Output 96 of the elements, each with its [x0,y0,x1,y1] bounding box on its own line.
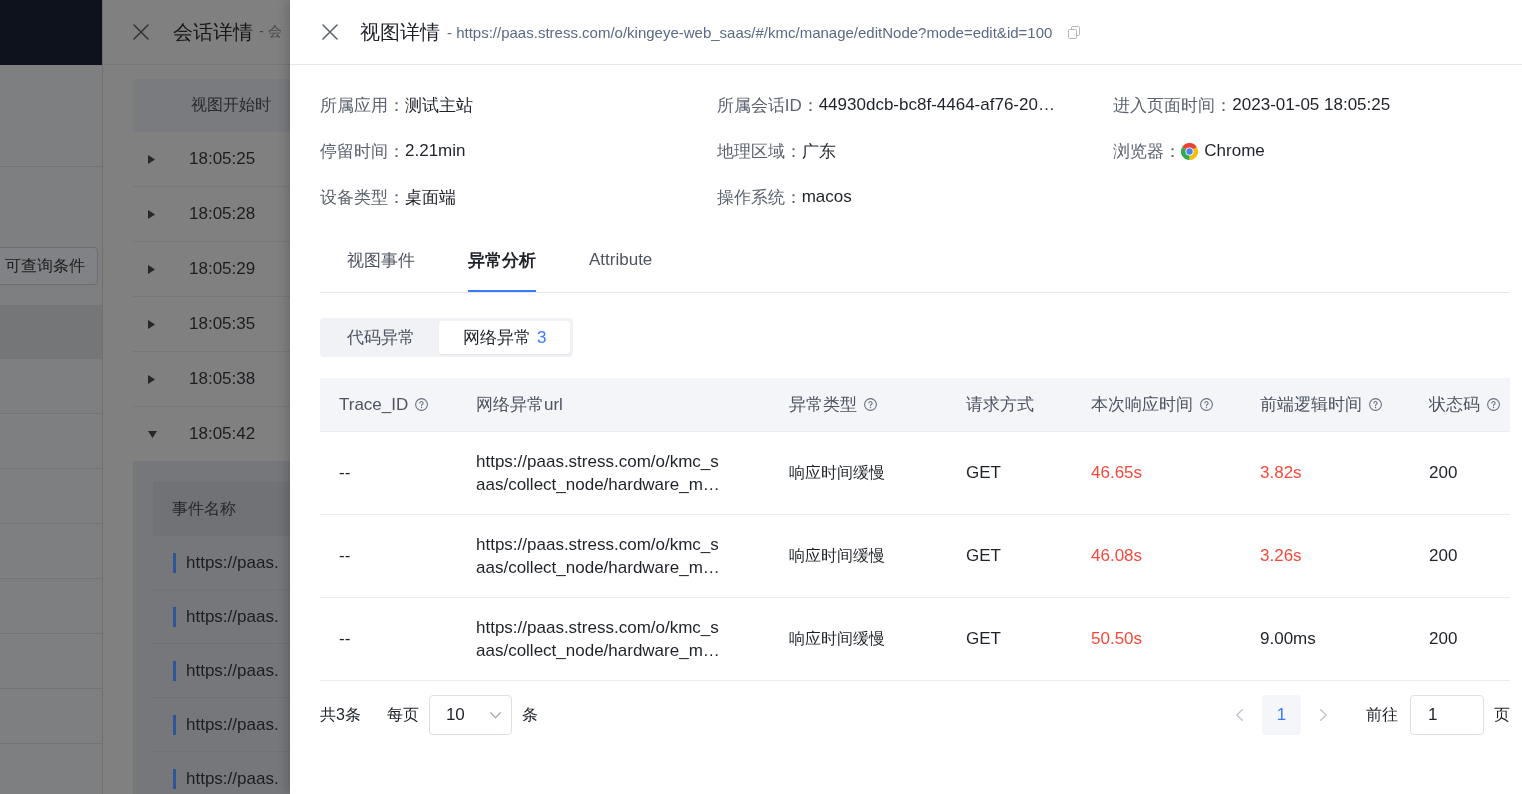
tab[interactable]: Attribute [589,230,653,292]
page-size-unit: 条 [521,704,538,725]
info-label: 进入页面时间： [1113,94,1233,117]
tab[interactable]: 异常分析 [468,230,536,292]
column-title: Trace_ID [339,394,409,415]
segment-button[interactable]: 网络异常 3 [439,321,571,354]
time-text: 18:05:35 [189,314,256,334]
info-value: macos [801,187,852,207]
column-title: 网络异常url [476,394,563,416]
column-title: 状态码 [1429,394,1480,416]
info-value: 桌面端 [405,186,456,209]
info-label: 所属会话ID： [716,94,819,117]
segment-button[interactable]: 代码异常 [323,321,439,354]
help-icon[interactable] [864,398,877,411]
browser-icon [1181,142,1199,160]
drawer-title: 会话详情 [173,19,253,45]
table-cell-text: https://paas.stress.com/o/kmc_saas/collect_node/hardware_m… [475,617,721,662]
drawer-subtitle: - 会 [259,23,282,41]
time-text: 18:05:28 [189,204,256,224]
column-header: 视图开始时 [133,79,290,132]
tab[interactable]: 视图事件 [347,230,415,292]
table-cell-text: https://paas.stress.com/o/kmc_saas/collect_node/hardware_m… [475,451,721,496]
table-cell-text: 200 [1428,462,1459,484]
vertical-bar-icon [173,606,176,627]
table-cell-text: 响应时间缓慢 [788,545,886,566]
event-url-text: https://paas. [186,714,279,735]
count-label: 3 [537,327,547,348]
jump-unit: 页 [1494,704,1510,725]
caret-right-icon[interactable] [148,264,155,274]
table-cell-text: 46.08s [1090,545,1144,567]
caret-right-icon[interactable] [148,319,155,329]
caret-right-icon[interactable] [148,209,155,219]
table-cell-text: -- [338,462,352,484]
page-size-select[interactable]: 10 [428,695,512,735]
table-cell-text: -- [338,545,352,567]
help-icon[interactable] [1487,398,1500,411]
info-value: 广东 [801,140,836,163]
vertical-bar-icon [173,768,176,789]
time-text: 18:05:29 [189,259,256,279]
info-label: 浏览器： [1113,140,1182,163]
time-text: 18:05:42 [189,424,256,444]
table-cell-text: https://paas.stress.com/o/kmc_saas/collect_node/hardware_m… [475,534,721,579]
table-cell-text: GET [965,628,1002,650]
event-url-text: https://paas. [186,660,279,681]
info-label: 停留时间： [320,140,405,163]
total-count-text: 共3条 [320,704,361,725]
table-cell-text: -- [338,628,352,650]
event-url-text: https://paas. [186,768,279,789]
time-text: 18:05:25 [189,149,256,169]
table-cell-text: 46.65s [1090,462,1144,484]
info-value: 2023-01-05 18:05:25 [1232,95,1391,115]
page-button[interactable]: 1 [1262,695,1301,735]
info-label: 操作系统： [716,186,802,209]
jump-label: 前往 [1366,704,1398,725]
vertical-bar-icon [173,552,176,573]
table-cell-text: GET [965,545,1002,567]
close-icon[interactable] [322,24,338,40]
filter-button[interactable]: 可查询条件 [0,247,98,285]
table-cell-text: 响应时间缓慢 [788,462,886,483]
event-url-text: https://paas. [186,606,279,627]
table-cell-text: 3.26s [1259,545,1303,567]
help-icon[interactable] [1200,398,1213,411]
drawer-subtitle: - https://paas.stress.com/o/kingeye-web_saas/#/kmc/manage/editNode?mode=edit&id=100 [447,23,1053,41]
time-text: 18:05:38 [189,369,256,389]
close-icon[interactable] [133,24,149,40]
column-title: 本次响应时间 [1091,394,1193,416]
page-jump-input[interactable]: 1 [1410,695,1484,735]
table-cell-text: 200 [1428,628,1459,650]
info-label: 地理区域： [716,140,802,163]
info-value: 测试主站 [405,94,473,117]
table-cell-text: 响应时间缓慢 [788,628,886,649]
caret-right-icon[interactable] [148,154,155,164]
chevron-down-icon [489,711,501,719]
page-size-label: 每页 [386,704,419,725]
info-value: 2.21min [405,141,466,161]
vertical-bar-icon [173,660,176,681]
caret-down-icon[interactable] [148,430,157,438]
column-title: 请求方式 [966,394,1034,416]
help-icon[interactable] [415,398,429,411]
info-value: 44930dcb-bc8f-4464-af76-20… [818,95,1055,115]
table-cell-text: 9.00ms [1259,628,1317,650]
vertical-bar-icon [173,714,176,735]
column-title: 异常类型 [789,394,857,416]
event-url-text: https://paas. [186,552,279,573]
table-cell-text: GET [965,462,1002,484]
drawer-title: 视图详情 [360,19,440,45]
caret-right-icon[interactable] [148,374,155,384]
info-value: Chrome [1204,141,1265,161]
column-header: 事件名称 [153,482,290,536]
table-cell-text: 3.82s [1259,462,1303,484]
help-icon[interactable] [1369,398,1382,411]
info-label: 所属应用： [320,94,405,117]
table-cell-text: 50.50s [1090,628,1144,650]
info-label: 设备类型： [320,186,405,209]
column-title: 前端逻辑时间 [1260,394,1362,416]
table-cell-text: 200 [1428,545,1459,567]
